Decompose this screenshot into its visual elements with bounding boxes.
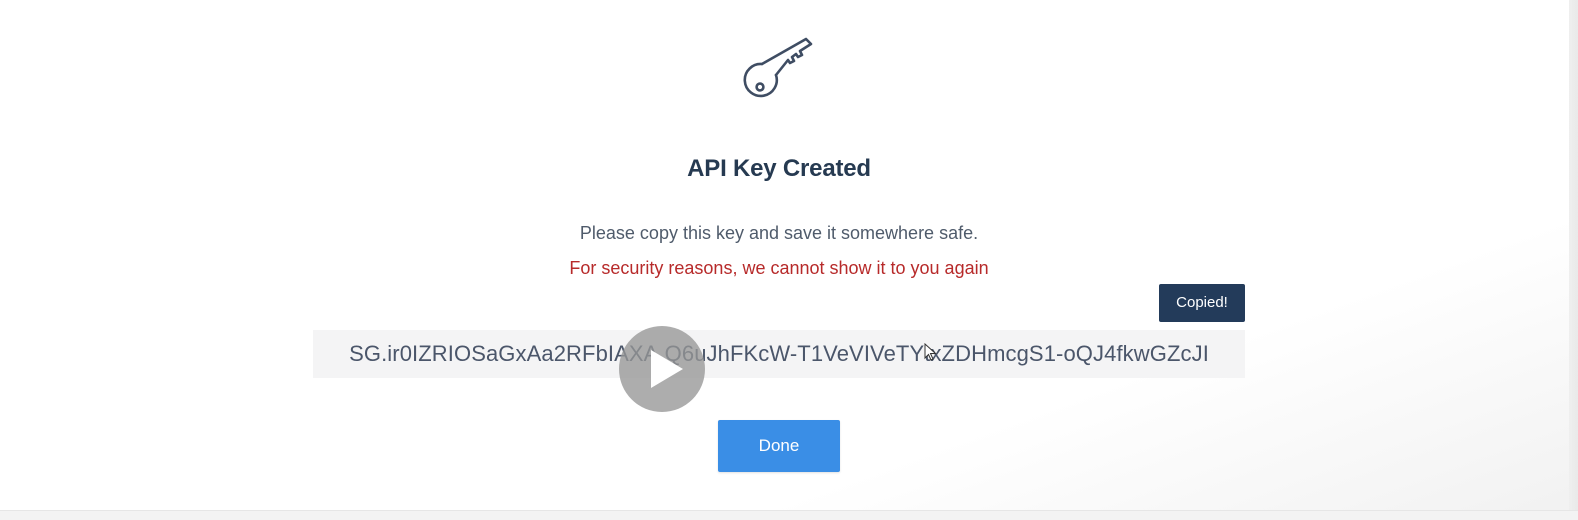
done-button[interactable]: Done [718,420,840,472]
dialog-title: API Key Created [687,155,871,182]
copied-tooltip: Copied! [1159,284,1245,322]
page-edge [1569,0,1578,510]
video-play-button[interactable] [619,326,705,412]
api-key-field[interactable]: SG.ir0IZRIOSaGxAa2RFbIAXA.Q6uJhFKcW-T1Ve… [313,330,1245,378]
page-bottom-border [0,510,1578,520]
cursor-icon [924,342,938,361]
key-icon [740,34,816,106]
instruction-text: Please copy this key and save it somewhe… [579,223,979,243]
play-icon [651,350,683,388]
security-warning-text: For security reasons, we cannot show it … [569,258,989,278]
